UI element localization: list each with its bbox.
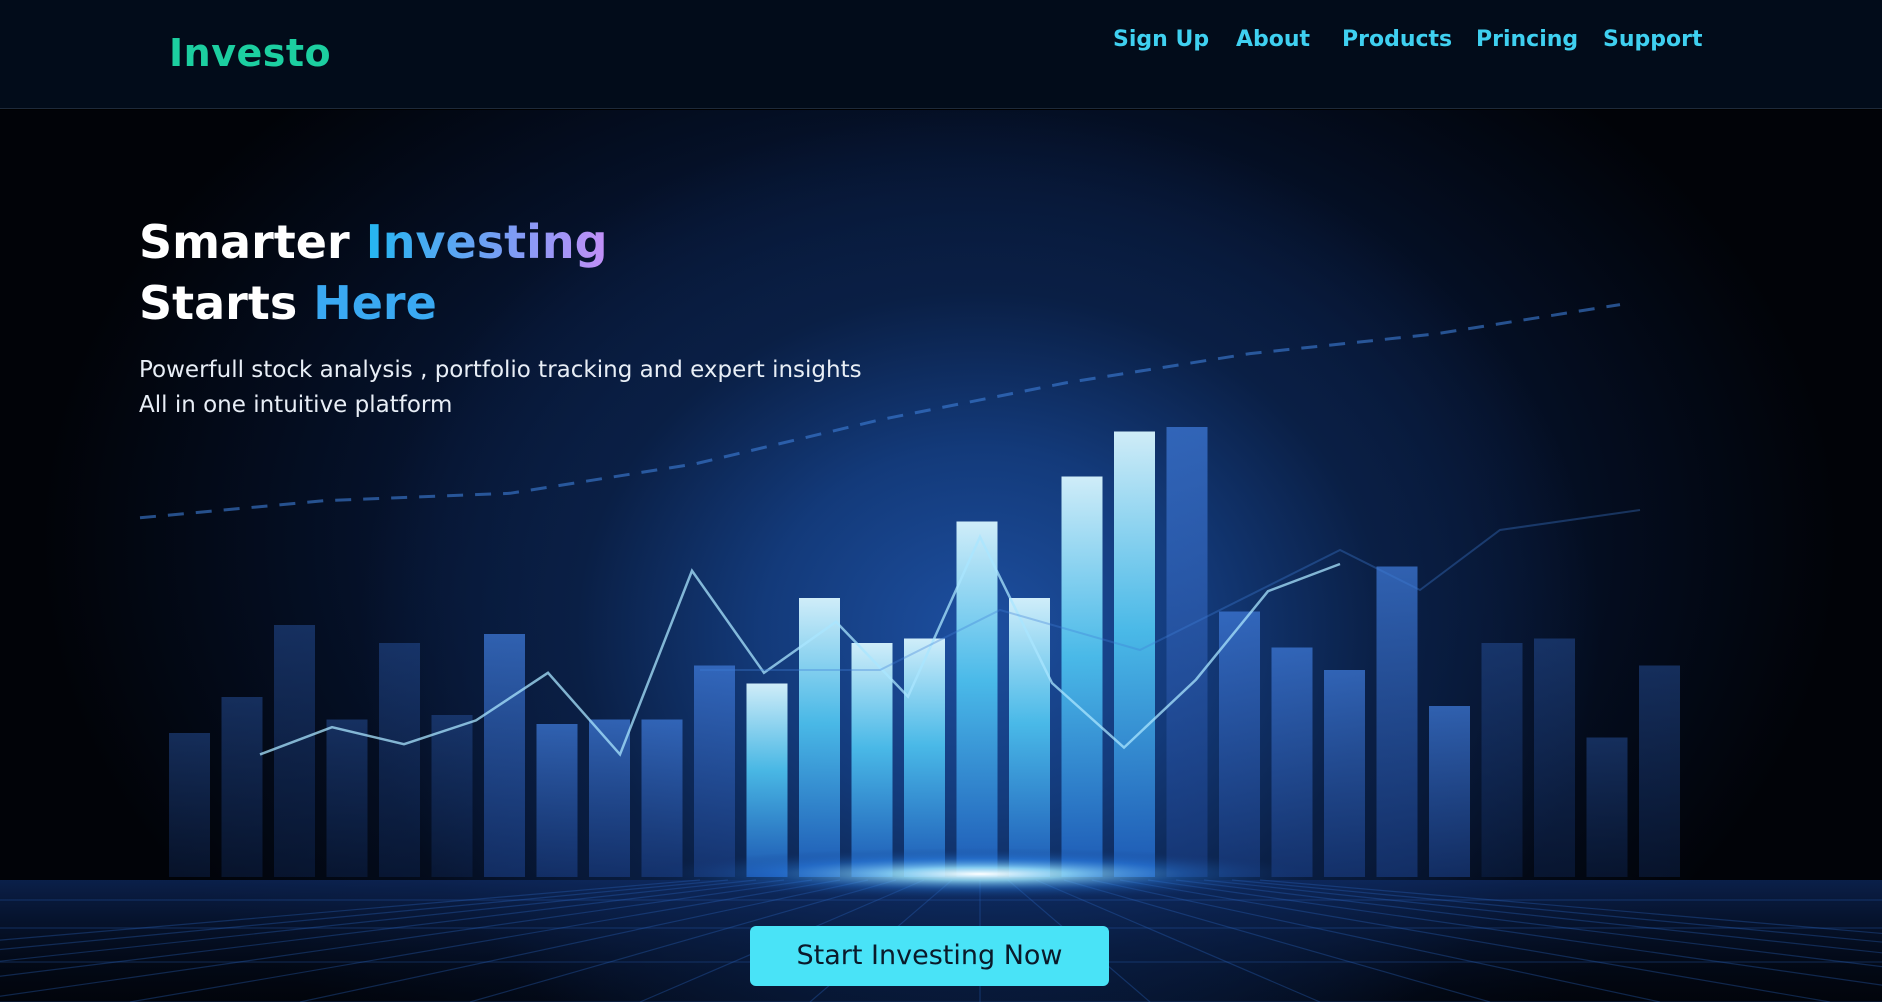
nav-link-pricing[interactable]: Princing <box>1476 27 1578 52</box>
nav-link-sign-up[interactable]: Sign Up <box>1113 27 1209 52</box>
hero-headline: Smarter Investing Starts Here <box>139 212 608 334</box>
illustration-bar <box>1271 647 1313 877</box>
illustration-bars <box>169 427 1680 877</box>
illustration-bar <box>904 638 945 877</box>
illustration-bar <box>1586 737 1628 877</box>
nav-link-products[interactable]: Products <box>1342 27 1452 52</box>
illustration-bar <box>694 665 735 877</box>
nav-link-support[interactable]: Support <box>1603 27 1702 52</box>
illustration-bar <box>1639 665 1680 877</box>
hero-subtext: Powerfull stock analysis , portfolio tra… <box>139 353 862 423</box>
hero-section: Smarter Investing Starts Here Powerfull … <box>0 110 1882 1002</box>
illustration-bar <box>1534 638 1575 877</box>
illustration-bar <box>1219 611 1260 877</box>
illustration-bar <box>799 598 840 877</box>
illustration-bar <box>484 634 525 877</box>
headline-highlight-1: Investing <box>365 215 608 269</box>
headline-plain-2: Starts <box>139 276 314 330</box>
illustration-bar <box>1114 431 1155 877</box>
illustration-bar <box>1166 427 1208 877</box>
illustration-bar <box>641 719 683 877</box>
subtext-line-1: Powerfull stock analysis , portfolio tra… <box>139 357 862 383</box>
illustration-bar <box>169 733 210 877</box>
illustration-bar <box>431 715 473 877</box>
brand-logo[interactable]: Investo <box>169 31 331 75</box>
floor-glow <box>640 848 1320 900</box>
illustration-bar <box>1376 566 1418 877</box>
illustration-bar <box>746 683 788 877</box>
navbar: Investo Sign Up About Products Princing … <box>0 0 1882 109</box>
illustration-bar <box>379 643 420 877</box>
start-investing-button[interactable]: Start Investing Now <box>750 926 1109 986</box>
illustration-bar <box>221 697 263 877</box>
illustration-bar <box>1324 670 1365 877</box>
nav-link-about[interactable]: About <box>1236 27 1310 52</box>
illustration-bar <box>274 625 315 877</box>
illustration-bar <box>326 719 368 877</box>
headline-plain-1: Smarter <box>139 215 366 269</box>
illustration-bar <box>1061 476 1103 877</box>
illustration-bar <box>1429 706 1470 877</box>
illustration-bar <box>1481 643 1523 877</box>
illustration-bar <box>536 724 578 877</box>
illustration-bar <box>851 643 893 877</box>
headline-highlight-2: Here <box>313 276 437 330</box>
subtext-line-2: All in one intuitive platform <box>139 392 453 418</box>
